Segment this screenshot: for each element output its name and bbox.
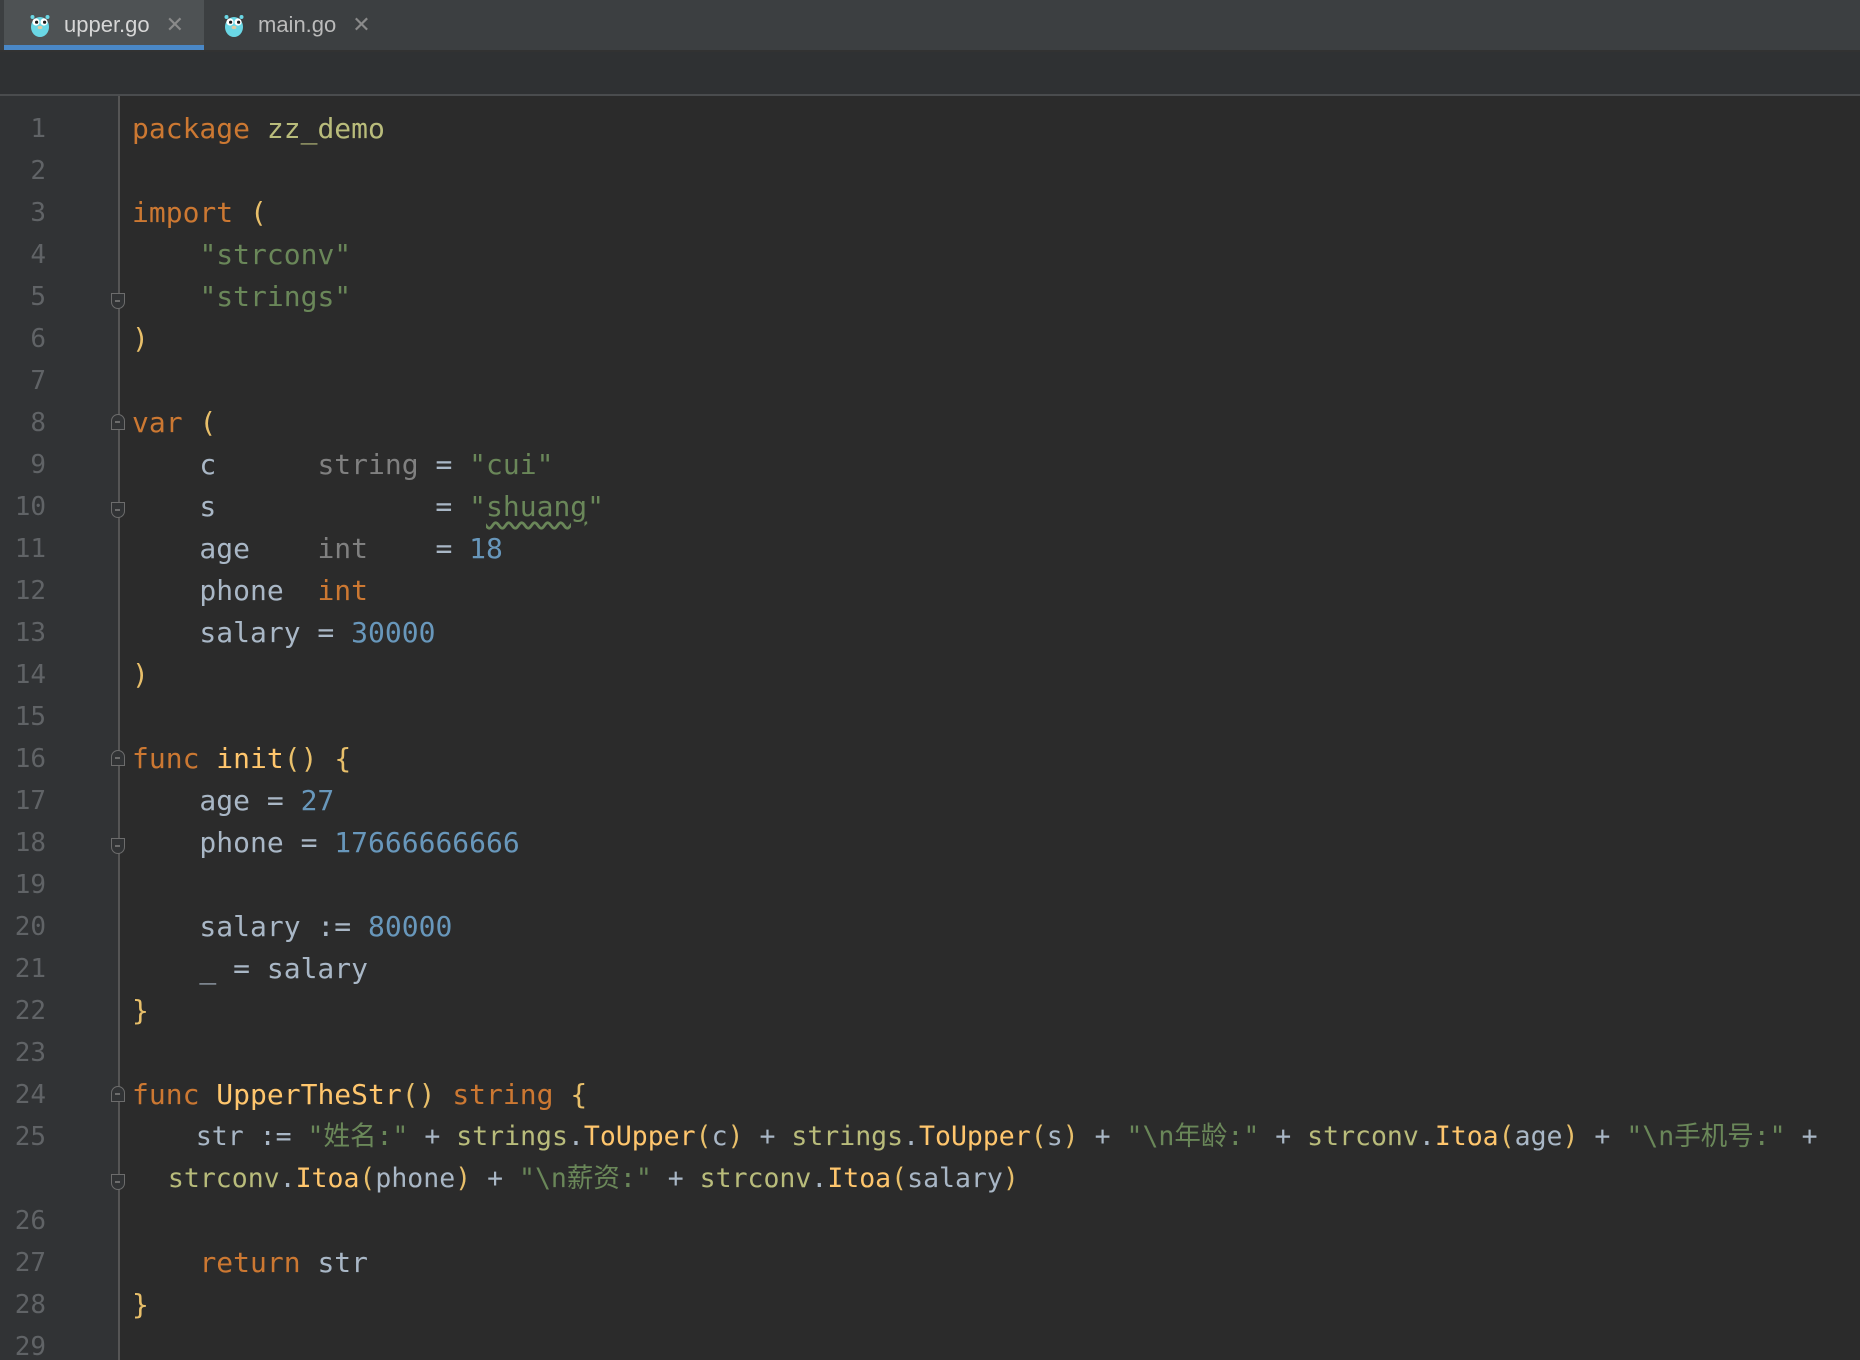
line-number: 4 <box>30 240 46 270</box>
fold-icon[interactable] <box>111 750 125 766</box>
tab-label: upper.go <box>64 12 150 37</box>
line-number: 27 <box>14 1248 46 1278</box>
code-line-14: ) <box>132 658 149 691</box>
fold-icon[interactable] <box>111 293 125 309</box>
editor-breadcrumb-bar <box>0 52 1860 96</box>
line-number: 24 <box>14 1080 46 1110</box>
code-editor[interactable]: 1 2 3 4 5 6 7 8 9 10 11 12 13 14 15 16 17 18 19 20 21 22 23 24 2… <box>0 96 1860 1360</box>
tab-upper-go[interactable]: upper.go ✕ <box>4 0 204 50</box>
editor-tab-bar: upper.go ✕ main.go ✕ <box>0 0 1860 50</box>
line-number: 1 <box>30 114 46 144</box>
typo-warning: shuang <box>486 490 588 523</box>
fold-icon[interactable] <box>111 838 125 854</box>
close-tab-icon[interactable]: ✕ <box>352 13 370 38</box>
code-line-10: s = "shuang" <box>132 490 605 523</box>
tab-label: main.go <box>258 12 337 37</box>
code-line-21: _ = salary <box>132 952 369 985</box>
code-line-11: age int = 18 <box>132 532 503 565</box>
code-line-25: str := "姓名:" + strings.ToUpper(c) + stri… <box>132 1121 1818 1152</box>
code-line-9: c string = "cui" <box>132 448 554 481</box>
close-tab-icon[interactable]: ✕ <box>166 13 184 38</box>
gutter-divider <box>118 96 120 1360</box>
line-number: 28 <box>14 1290 46 1320</box>
line-number: 8 <box>30 408 46 438</box>
code-line-24: func UpperTheStr() string { <box>132 1078 588 1111</box>
code-line-5: "strings" <box>199 280 352 313</box>
line-number: 21 <box>14 954 46 984</box>
line-number: 12 <box>14 576 46 606</box>
line-number: 6 <box>30 324 46 354</box>
line-number: 9 <box>30 450 46 480</box>
gopher-icon <box>224 15 244 37</box>
fold-icon[interactable] <box>111 1086 125 1102</box>
code-line-22: } <box>132 994 149 1027</box>
line-number: 29 <box>14 1332 46 1360</box>
code-line-6: ) <box>132 322 149 355</box>
code-line-18: phone = 17666666666 <box>132 826 520 859</box>
line-number: 18 <box>14 828 46 858</box>
line-number: 16 <box>14 744 46 774</box>
code-line-4: "strconv" <box>199 238 352 271</box>
line-number: 26 <box>14 1206 46 1236</box>
line-number: 11 <box>14 534 46 564</box>
line-number: 22 <box>14 996 46 1026</box>
line-number: 3 <box>30 198 46 228</box>
line-number: 23 <box>14 1038 46 1068</box>
code-line-3: import ( <box>132 196 267 229</box>
gopher-icon <box>30 15 50 37</box>
code-line-12: phone int <box>132 574 369 607</box>
line-number: 15 <box>14 702 46 732</box>
line-number: 25 <box>14 1122 46 1152</box>
line-number: 13 <box>14 618 46 648</box>
line-number: 20 <box>14 912 46 942</box>
code-line-17: age = 27 <box>132 784 335 817</box>
fold-icon[interactable] <box>111 414 125 430</box>
code-line-25-wrap: strconv.Itoa(phone) + "\n薪资:" + strconv.… <box>167 1163 1019 1194</box>
line-number: 5 <box>30 282 46 312</box>
tab-main-go[interactable]: main.go ✕ <box>204 0 394 50</box>
line-number: 14 <box>14 660 46 690</box>
line-number: 17 <box>14 786 46 816</box>
code-line-27: return str <box>199 1246 369 1279</box>
fold-icon[interactable] <box>111 1174 125 1190</box>
code-line-20: salary := 80000 <box>132 910 453 943</box>
code-line-28: } <box>132 1288 149 1321</box>
code-line-16: func init() { <box>132 742 352 775</box>
code-line-8: var ( <box>132 406 217 439</box>
code-line-1: package zz_demo <box>132 112 385 145</box>
code-line-13: salary = 30000 <box>132 616 436 649</box>
line-number: 7 <box>30 366 46 396</box>
line-number: 19 <box>14 870 46 900</box>
line-number: 10 <box>14 492 46 522</box>
fold-icon[interactable] <box>111 502 125 518</box>
line-number: 2 <box>30 156 46 186</box>
